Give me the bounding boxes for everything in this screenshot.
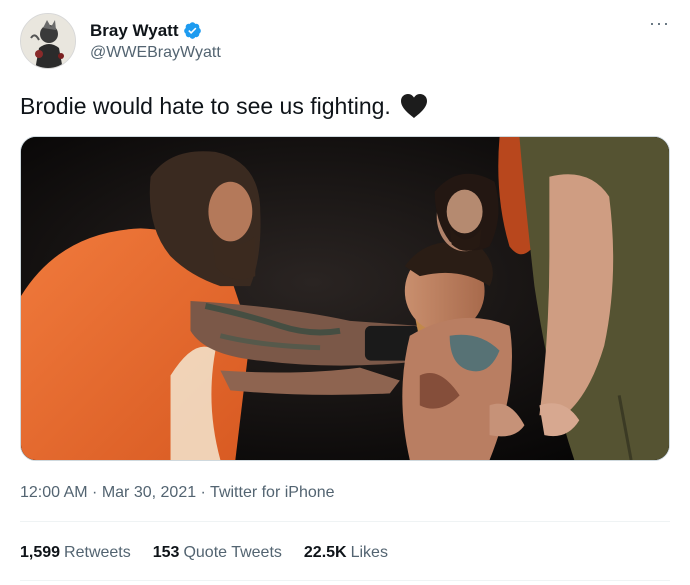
avatar[interactable] [20,13,76,69]
name-row: Bray Wyatt [90,21,221,41]
black-heart-icon [399,92,429,120]
more-options-icon[interactable]: ··· [649,14,670,32]
quote-tweets-stat[interactable]: 153 Quote Tweets [153,544,282,562]
avatar-image [21,14,75,68]
user-handle[interactable]: @WWEBrayWyatt [90,44,221,62]
tweet-time[interactable]: 12:00 AM [20,484,88,501]
tweet-text-row: Brodie would hate to see us fighting. [20,92,429,120]
tweet-card: Bray Wyatt @WWEBrayWyatt ··· Brodie woul… [0,0,690,585]
divider [20,580,670,581]
divider [20,521,670,522]
likes-count: 22.5K [303,544,347,561]
likes-stat[interactable]: 22.5K Likes [304,544,388,562]
retweets-label: Retweets [64,544,131,561]
tweet-media-photo[interactable] [20,136,670,461]
verified-badge-icon [183,21,202,40]
quote-tweets-label: Quote Tweets [183,544,282,561]
retweets-stat[interactable]: 1,599 Retweets [20,544,131,562]
tweet-date[interactable]: Mar 30, 2021 [102,484,196,501]
tweet-text: Brodie would hate to see us fighting. [20,92,391,119]
tweet-meta: 12:00 AM · Mar 30, 2021 · Twitter for iP… [20,484,335,502]
meta-separator: · [196,484,211,501]
display-name[interactable]: Bray Wyatt [90,21,179,41]
quote-tweets-count: 153 [152,544,180,561]
wrestlers-photo [21,137,669,460]
likes-label: Likes [350,544,388,561]
retweets-count: 1,599 [20,544,61,561]
meta-separator: · [87,484,102,501]
tweet-header: Bray Wyatt @WWEBrayWyatt [20,13,221,69]
tweet-stats: 1,599 Retweets 153 Quote Tweets 22.5K Li… [20,544,410,562]
tweet-source[interactable]: Twitter for iPhone [210,484,335,501]
user-names: Bray Wyatt @WWEBrayWyatt [90,21,221,62]
